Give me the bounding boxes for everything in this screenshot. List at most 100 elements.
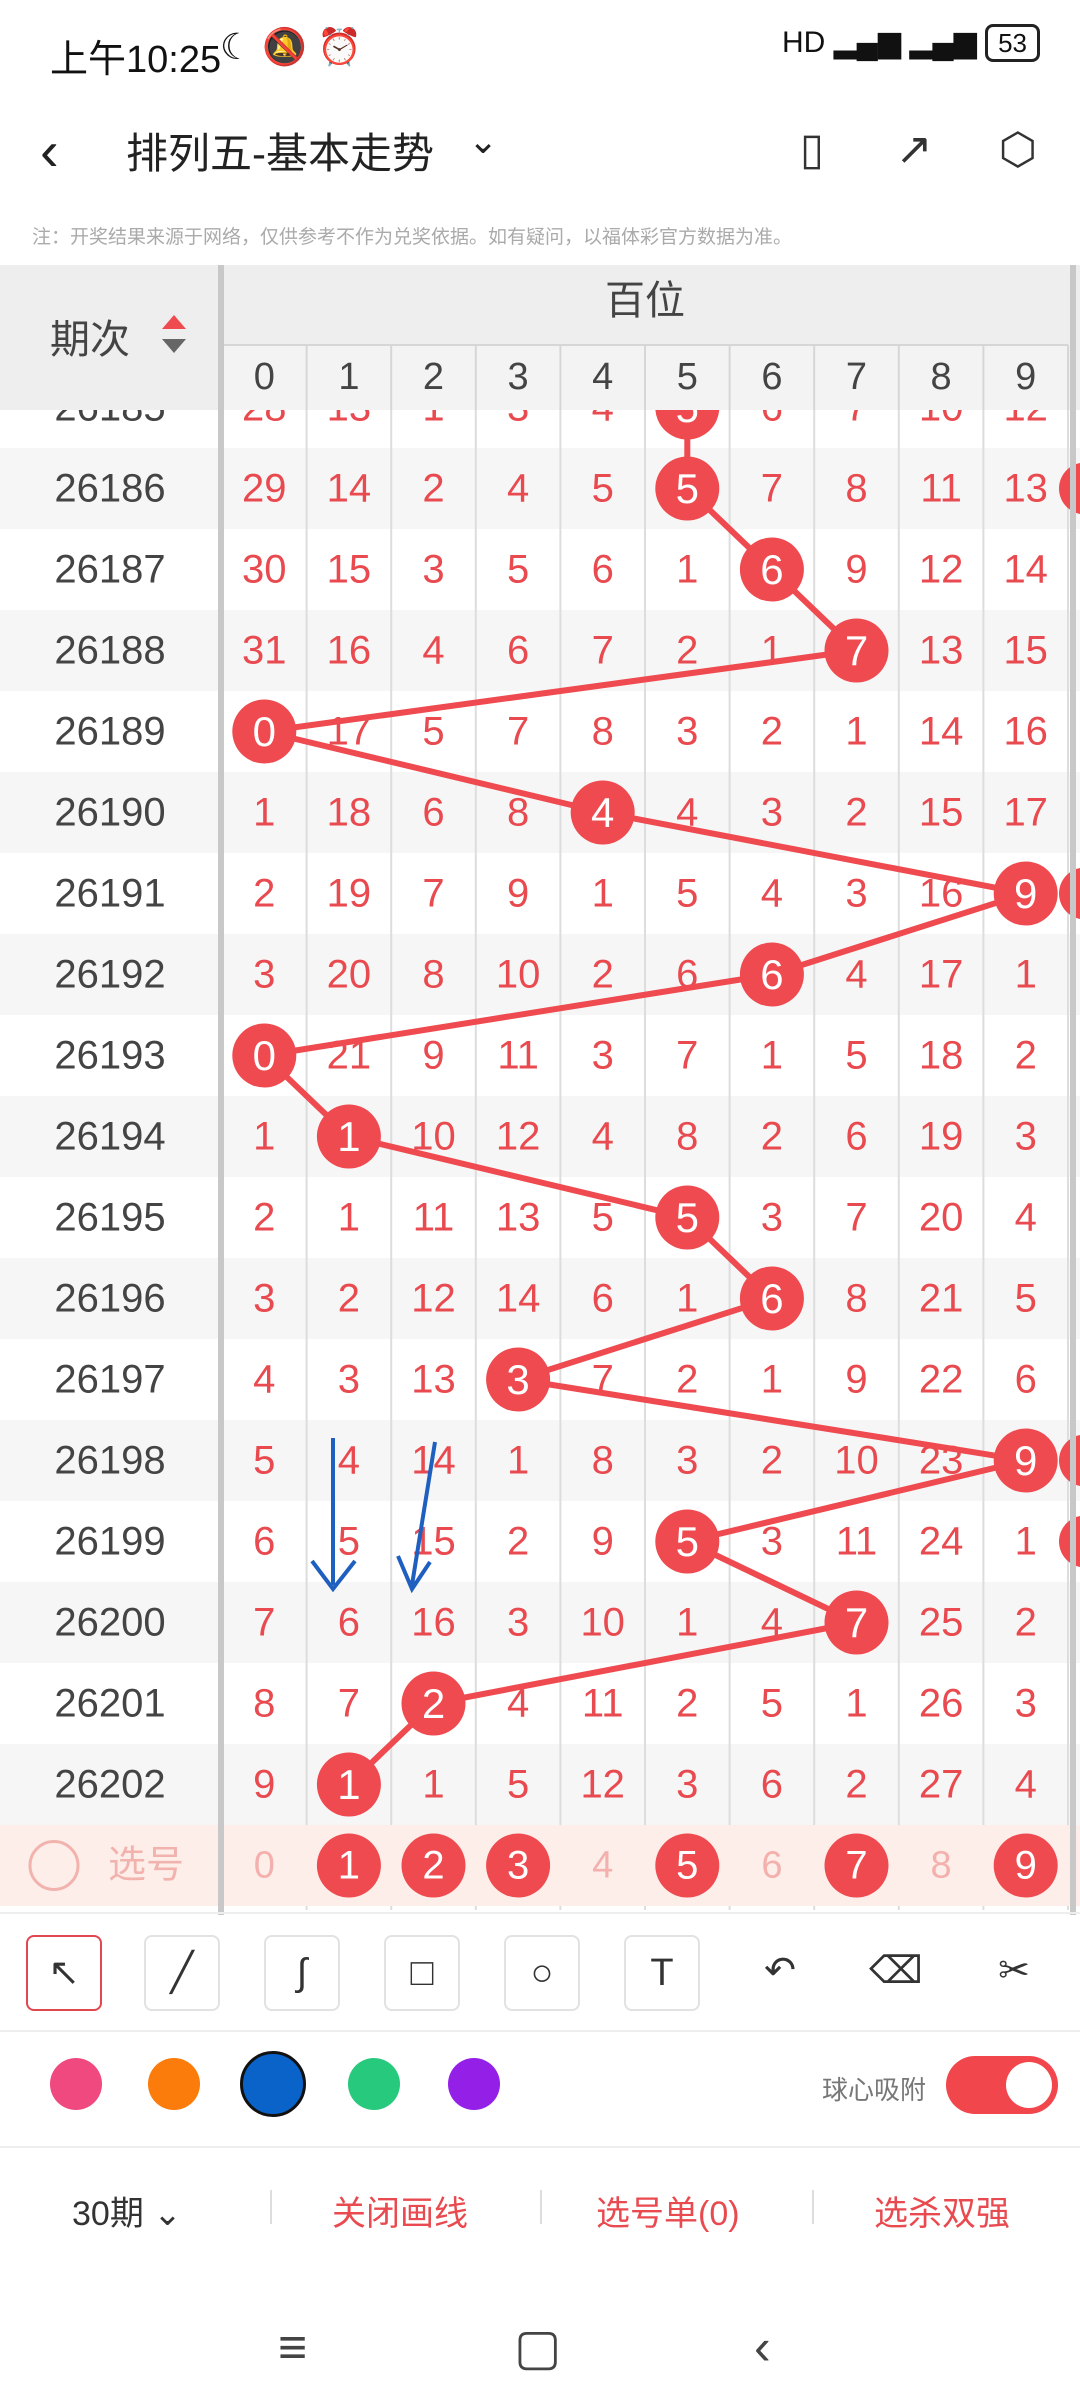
period-cell: 26192 — [54, 953, 165, 997]
miss-cell: 5 — [761, 1682, 783, 1726]
hit-number: 3 — [506, 1356, 529, 1403]
divider — [540, 2190, 542, 2224]
miss-cell: 7 — [761, 467, 783, 511]
miss-cell: 3 — [253, 953, 275, 997]
edge-ball — [1059, 1515, 1080, 1568]
miss-cell: 13 — [496, 1196, 541, 1240]
status-time: 上午10:25 — [50, 39, 222, 81]
share-icon[interactable]: ↗ — [884, 120, 944, 180]
kill-button[interactable]: 选杀双强 — [874, 2186, 1010, 2235]
period-cell: 26195 — [54, 1196, 165, 1240]
table-body: 2618528131346710122618629142457811132618… — [0, 410, 1080, 1910]
miss-cell: 20 — [919, 1196, 964, 1240]
miss-cell: 5 — [1015, 1277, 1037, 1321]
miss-cell: 9 — [507, 872, 529, 916]
miss-cell: 9 — [845, 1358, 867, 1402]
chevron-down-icon[interactable]: ⌄ — [468, 120, 498, 162]
page-title[interactable]: 排列五-基本走势 — [126, 120, 434, 181]
miss-cell: 12 — [919, 548, 964, 592]
period-cell: 26202 — [54, 1763, 165, 1807]
color-swatch[interactable] — [448, 2058, 500, 2110]
menu-icon[interactable]: ≡ — [278, 2318, 307, 2376]
miss-cell: 2 — [253, 1196, 275, 1240]
curve-icon[interactable]: ∫ — [264, 1935, 340, 2011]
eraser-icon[interactable]: ⌫ — [860, 1935, 932, 2007]
miss-cell: 1 — [1015, 1520, 1037, 1564]
color-swatch[interactable] — [50, 2058, 102, 2110]
miss-cell: 10 — [496, 953, 541, 997]
miss-cell: 2 — [676, 1682, 698, 1726]
miss-cell: 2 — [761, 1439, 783, 1483]
miss-cell: 6 — [592, 1277, 614, 1321]
toggle-knob — [1006, 2062, 1052, 2108]
miss-cell: 10 — [834, 1439, 879, 1483]
select-icon[interactable]: ↖ — [26, 1935, 102, 2011]
miss-cell: 2 — [422, 467, 444, 511]
period-header: 期次 — [50, 318, 130, 362]
section-header: 百位 — [605, 279, 685, 323]
miss-cell: 1 — [676, 1277, 698, 1321]
selection-list-button[interactable]: 选号单(0) — [596, 2186, 740, 2235]
digit-header: 2 — [423, 356, 444, 398]
select-digit: 0 — [254, 1845, 275, 1887]
miss-cell: 3 — [507, 1601, 529, 1645]
miss-cell: 3 — [422, 548, 444, 592]
color-swatch[interactable] — [240, 2051, 306, 2117]
back-icon[interactable]: ‹ — [40, 118, 59, 183]
miss-cell: 13 — [1003, 467, 1048, 511]
hit-number: 1 — [337, 1113, 360, 1160]
digit-header: 8 — [931, 356, 952, 398]
clear-icon[interactable]: ✂ — [978, 1935, 1050, 2007]
miss-cell: 4 — [507, 467, 529, 511]
back-nav-icon[interactable]: ‹ — [754, 2318, 771, 2376]
miss-cell: 2 — [1015, 1034, 1037, 1078]
home-icon[interactable]: ▢ — [514, 2318, 561, 2376]
miss-cell: 5 — [676, 872, 698, 916]
miss-cell: 13 — [411, 1358, 456, 1402]
miss-cell: 3 — [676, 710, 698, 754]
hit-number: 2 — [422, 1680, 445, 1727]
miss-cell: 7 — [338, 1682, 360, 1726]
miss-cell: 5 — [507, 548, 529, 592]
miss-cell: 21 — [919, 1277, 964, 1321]
miss-cell: 1 — [845, 710, 867, 754]
hit-number: 5 — [676, 1194, 699, 1241]
miss-cell: 7 — [676, 1034, 698, 1078]
status-right: HD ▂▄▆ ▂▄▆ 53 — [782, 24, 1040, 62]
miss-cell: 2 — [253, 872, 275, 916]
line-icon[interactable]: ╱ — [144, 1935, 220, 2011]
color-swatch[interactable] — [148, 2058, 200, 2110]
text-icon[interactable]: T — [624, 1935, 700, 2011]
miss-cell: 1 — [422, 1763, 444, 1807]
periods-selector[interactable]: 30期 ⌄ — [72, 2186, 182, 2235]
color-swatch[interactable] — [348, 2058, 400, 2110]
close-lines-button[interactable]: 关闭画线 — [332, 2186, 468, 2235]
column-divider — [218, 265, 224, 1915]
miss-cell: 11 — [836, 1520, 878, 1564]
miss-cell: 1 — [338, 1196, 360, 1240]
snap-label: 球心吸附 — [822, 2075, 927, 2105]
period-cell: 26198 — [54, 1439, 165, 1483]
miss-cell: 4 — [253, 1358, 275, 1402]
layout-icon[interactable]: ▯ — [782, 120, 842, 180]
miss-cell: 6 — [761, 1763, 783, 1807]
undo-icon[interactable]: ↶ — [744, 1935, 816, 2007]
snap-toggle[interactable] — [946, 2056, 1058, 2114]
period-cell: 26194 — [54, 1115, 165, 1159]
miss-cell: 2 — [761, 710, 783, 754]
miss-cell: 4 — [338, 1439, 360, 1483]
miss-cell: 2 — [338, 1277, 360, 1321]
circle-icon[interactable]: ○ — [504, 1935, 580, 2011]
miss-cell: 9 — [845, 548, 867, 592]
digit-header: 4 — [592, 356, 613, 398]
select-digit: 1 — [338, 1844, 360, 1888]
hit-number: 7 — [845, 627, 868, 674]
miss-cell: 15 — [1003, 629, 1048, 673]
settings-icon[interactable]: ⬡ — [988, 120, 1048, 180]
miss-cell: 2 — [845, 791, 867, 835]
select-digit: 3 — [507, 1844, 529, 1888]
miss-cell: 7 — [422, 872, 444, 916]
rect-icon[interactable]: □ — [384, 1935, 460, 2011]
miss-cell: 18 — [919, 1034, 964, 1078]
miss-cell: 14 — [327, 467, 372, 511]
